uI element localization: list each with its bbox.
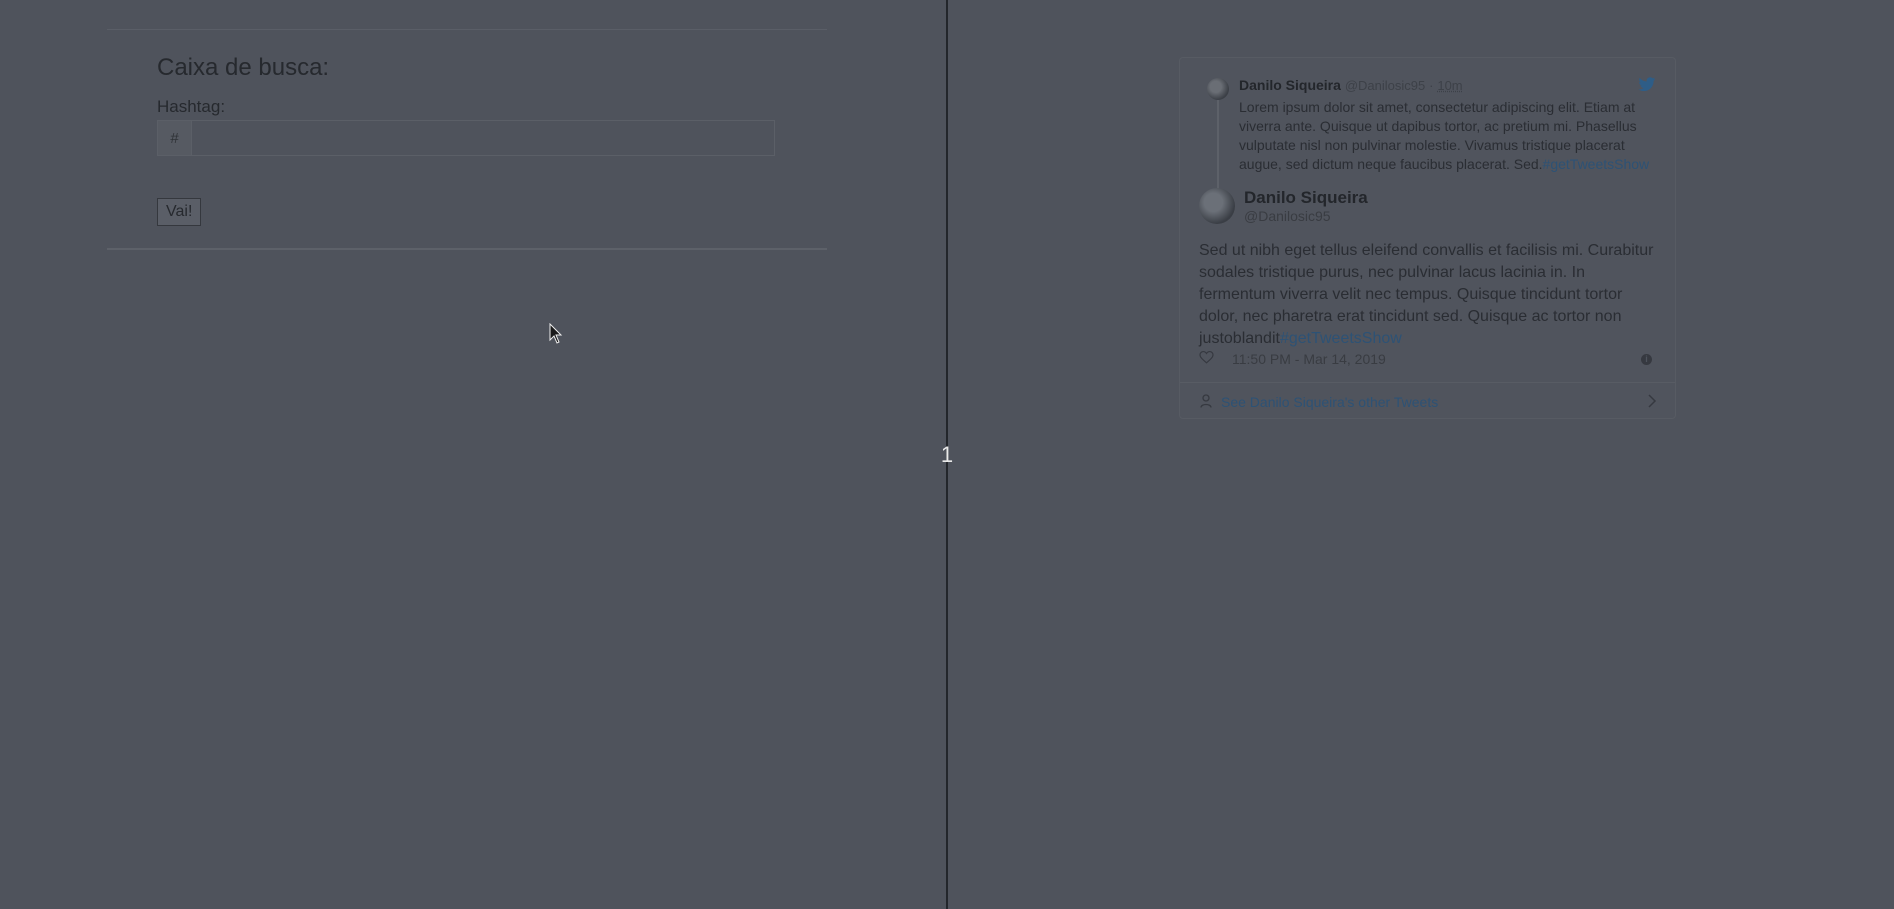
- hashtag-label: Hashtag:: [157, 97, 226, 116]
- reply-text: Lorem ipsum dolor sit amet, consectetur …: [1239, 98, 1659, 174]
- go-button[interactable]: Vai!: [157, 198, 202, 226]
- author-handle[interactable]: @Danilosic95: [1244, 208, 1331, 224]
- reply-author-name[interactable]: Danilo Siqueira: [1239, 77, 1341, 93]
- reply-header: Danilo Siqueira @Danilosic95 · 10m: [1239, 77, 1463, 93]
- embedded-tweet-card: Danilo Siqueira @Danilosic95 · 10m Lorem…: [1179, 57, 1676, 419]
- other-tweets-link[interactable]: See Danilo Siqueira's other Tweets: [1180, 383, 1675, 419]
- divider-handle-label[interactable]: 1: [935, 442, 959, 468]
- reply-avatar[interactable]: [1207, 78, 1229, 100]
- person-icon: [1200, 394, 1212, 408]
- reply-separator: ·: [1429, 78, 1434, 93]
- twitter-bird-icon[interactable]: [1638, 77, 1656, 92]
- search-panel-bottom-rule: [107, 248, 827, 250]
- reply-hashtag-link[interactable]: #getTweetsShow: [1543, 156, 1650, 172]
- mouse-cursor-icon: [549, 323, 563, 344]
- tweet-body: Sed ut nibh eget tellus eleifend convall…: [1199, 242, 1654, 347]
- hashtag-input-group: #: [157, 120, 775, 156]
- author-avatar[interactable]: [1199, 188, 1235, 224]
- chevron-right-icon: [1648, 394, 1657, 408]
- reply-age[interactable]: 10m: [1437, 78, 1462, 93]
- tweet-hashtag-link[interactable]: #getTweetsShow: [1280, 330, 1402, 347]
- other-tweets-label[interactable]: See Danilo Siqueira's other Tweets: [1221, 394, 1438, 410]
- info-icon[interactable]: i: [1641, 354, 1652, 365]
- tweet-timestamp[interactable]: 11:50 PM - Mar 14, 2019: [1232, 351, 1386, 367]
- tweet-text: Sed ut nibh eget tellus eleifend convall…: [1199, 240, 1661, 350]
- reply-author-handle[interactable]: @Danilosic95: [1345, 78, 1425, 93]
- search-panel-top-rule: [107, 29, 827, 30]
- hash-prefix-addon: #: [158, 121, 192, 155]
- heart-icon[interactable]: [1199, 351, 1214, 364]
- author-name[interactable]: Danilo Siqueira: [1244, 188, 1368, 208]
- hashtag-input[interactable]: [192, 121, 774, 155]
- thread-line: [1217, 96, 1219, 196]
- search-title: Caixa de busca:: [157, 54, 330, 81]
